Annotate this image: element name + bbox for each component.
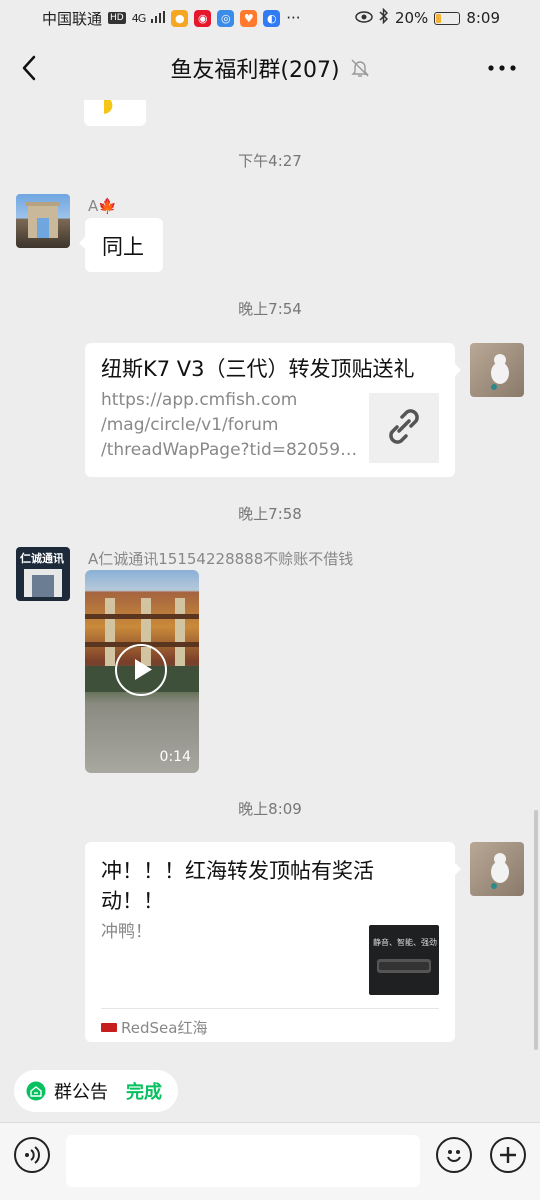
article-title: 冲！！！红海转发顶帖有奖活动！！ bbox=[101, 859, 374, 913]
more-dots-icon bbox=[488, 65, 516, 71]
bear-photo-icon bbox=[491, 354, 509, 390]
link-card-message[interactable]: 纽斯K7 V3（三代）转发顶贴送礼 https://app.cmfish.com… bbox=[85, 343, 461, 477]
source-name: RedSea红海 bbox=[121, 1019, 208, 1037]
text-message[interactable]: 同上 bbox=[79, 218, 163, 272]
video-duration: 0:14 bbox=[159, 749, 191, 765]
shop-photo-icon bbox=[24, 569, 62, 597]
group-notice-button[interactable]: 群公告 完成 bbox=[14, 1070, 178, 1112]
article-thumbnail: 静音、智能、强劲 bbox=[369, 925, 439, 995]
product-icon bbox=[377, 959, 431, 973]
article-source: RedSea红海 bbox=[101, 1017, 207, 1038]
signal-icon bbox=[151, 9, 166, 27]
smile-icon bbox=[447, 1150, 461, 1162]
article-card-message[interactable]: 冲！！！红海转发顶帖有奖活动！！ 冲鸭！ 静音、智能、强劲 RedSea红海 bbox=[85, 842, 461, 1042]
notice-icon bbox=[26, 1081, 46, 1101]
voice-button[interactable] bbox=[14, 1137, 50, 1173]
card-divider bbox=[101, 1008, 439, 1009]
carrier-name: 中国联通 bbox=[42, 9, 103, 28]
emoji-button[interactable] bbox=[436, 1137, 472, 1173]
timestamp: 晚上7:54 bbox=[238, 300, 302, 318]
browser-icon: ◎ bbox=[217, 9, 235, 27]
eye-icon bbox=[355, 9, 373, 27]
input-bar bbox=[0, 1122, 540, 1200]
chevron-left-icon bbox=[22, 55, 36, 81]
hd-badge: HD bbox=[108, 12, 126, 24]
avatar[interactable] bbox=[16, 194, 70, 248]
link-url-line: https://app.cmfish.com bbox=[101, 390, 298, 410]
battery-icon bbox=[434, 11, 461, 25]
app-heart-icon: ♥ bbox=[240, 9, 258, 27]
voice-icon bbox=[25, 1146, 40, 1164]
notice-done-status: 完成 bbox=[126, 1082, 162, 1103]
sticker-message[interactable]: ◗ bbox=[84, 100, 146, 126]
message-text: 同上 bbox=[102, 235, 144, 259]
back-button[interactable] bbox=[14, 52, 44, 84]
play-button[interactable] bbox=[115, 644, 167, 696]
more-notifications-icon: ··· bbox=[286, 9, 301, 27]
chat-title: 鱼友福利群(207) bbox=[170, 58, 340, 83]
notice-label: 群公告 bbox=[54, 1082, 108, 1103]
bell-off-icon bbox=[350, 59, 369, 77]
weibo-icon: ◉ bbox=[194, 9, 212, 27]
arch-photo-icon bbox=[26, 202, 60, 238]
more-button[interactable] bbox=[486, 56, 518, 80]
bluetooth-icon bbox=[379, 7, 389, 28]
avatar[interactable]: 仁诚通讯 bbox=[16, 547, 70, 601]
link-url-line: /threadWapPage?tid=82059… bbox=[101, 440, 358, 460]
plus-icon bbox=[500, 1147, 516, 1163]
chat-header: 鱼友福利群(207) bbox=[0, 36, 540, 100]
wave-emoji-icon: ◗ bbox=[102, 100, 114, 117]
link-url-line: /mag/circle/v1/forum bbox=[101, 415, 279, 435]
avatar[interactable] bbox=[470, 842, 524, 896]
notice-bar: 群公告 完成 bbox=[0, 1060, 540, 1122]
clock: 8:09 bbox=[466, 9, 500, 27]
redsea-logo-icon bbox=[101, 1023, 117, 1032]
link-title: 纽斯K7 V3（三代）转发顶贴送礼 bbox=[101, 357, 415, 381]
network-type: 4G bbox=[131, 11, 146, 25]
app-notification-icon: ● bbox=[171, 9, 189, 27]
timestamp: 晚上7:58 bbox=[238, 505, 302, 523]
article-description: 冲鸭！ bbox=[101, 922, 152, 942]
add-button[interactable] bbox=[490, 1137, 526, 1173]
sender-name: A🍁 bbox=[88, 197, 117, 215]
message-input[interactable] bbox=[66, 1135, 420, 1187]
avatar[interactable] bbox=[470, 343, 524, 397]
play-icon bbox=[135, 659, 152, 680]
timestamp: 晚上8:09 bbox=[238, 800, 302, 818]
video-message[interactable]: 0:14 bbox=[85, 570, 199, 773]
link-thumbnail bbox=[369, 393, 439, 463]
bear-photo-icon bbox=[491, 853, 509, 889]
sender-name: A仁诚通讯15154228888不赊账不借钱 bbox=[88, 550, 354, 568]
link-url: https://app.cmfish.com /mag/circle/v1/fo… bbox=[101, 388, 361, 463]
app-bulb-icon: ◐ bbox=[263, 9, 281, 27]
timestamp: 下午4:27 bbox=[238, 152, 302, 170]
status-bar: 中国联通 HD 4G ● ◉ ◎ ♥ ◐ ··· 20% 8:09 bbox=[0, 0, 540, 36]
message-list[interactable]: ◗ 下午4:27 A🍁 同上 晚上7:54 纽斯K7 V3（三代）转发顶贴送礼 … bbox=[0, 100, 540, 1060]
link-icon bbox=[389, 409, 419, 444]
scrollbar[interactable] bbox=[534, 810, 538, 1050]
battery-percent: 20% bbox=[394, 9, 429, 27]
